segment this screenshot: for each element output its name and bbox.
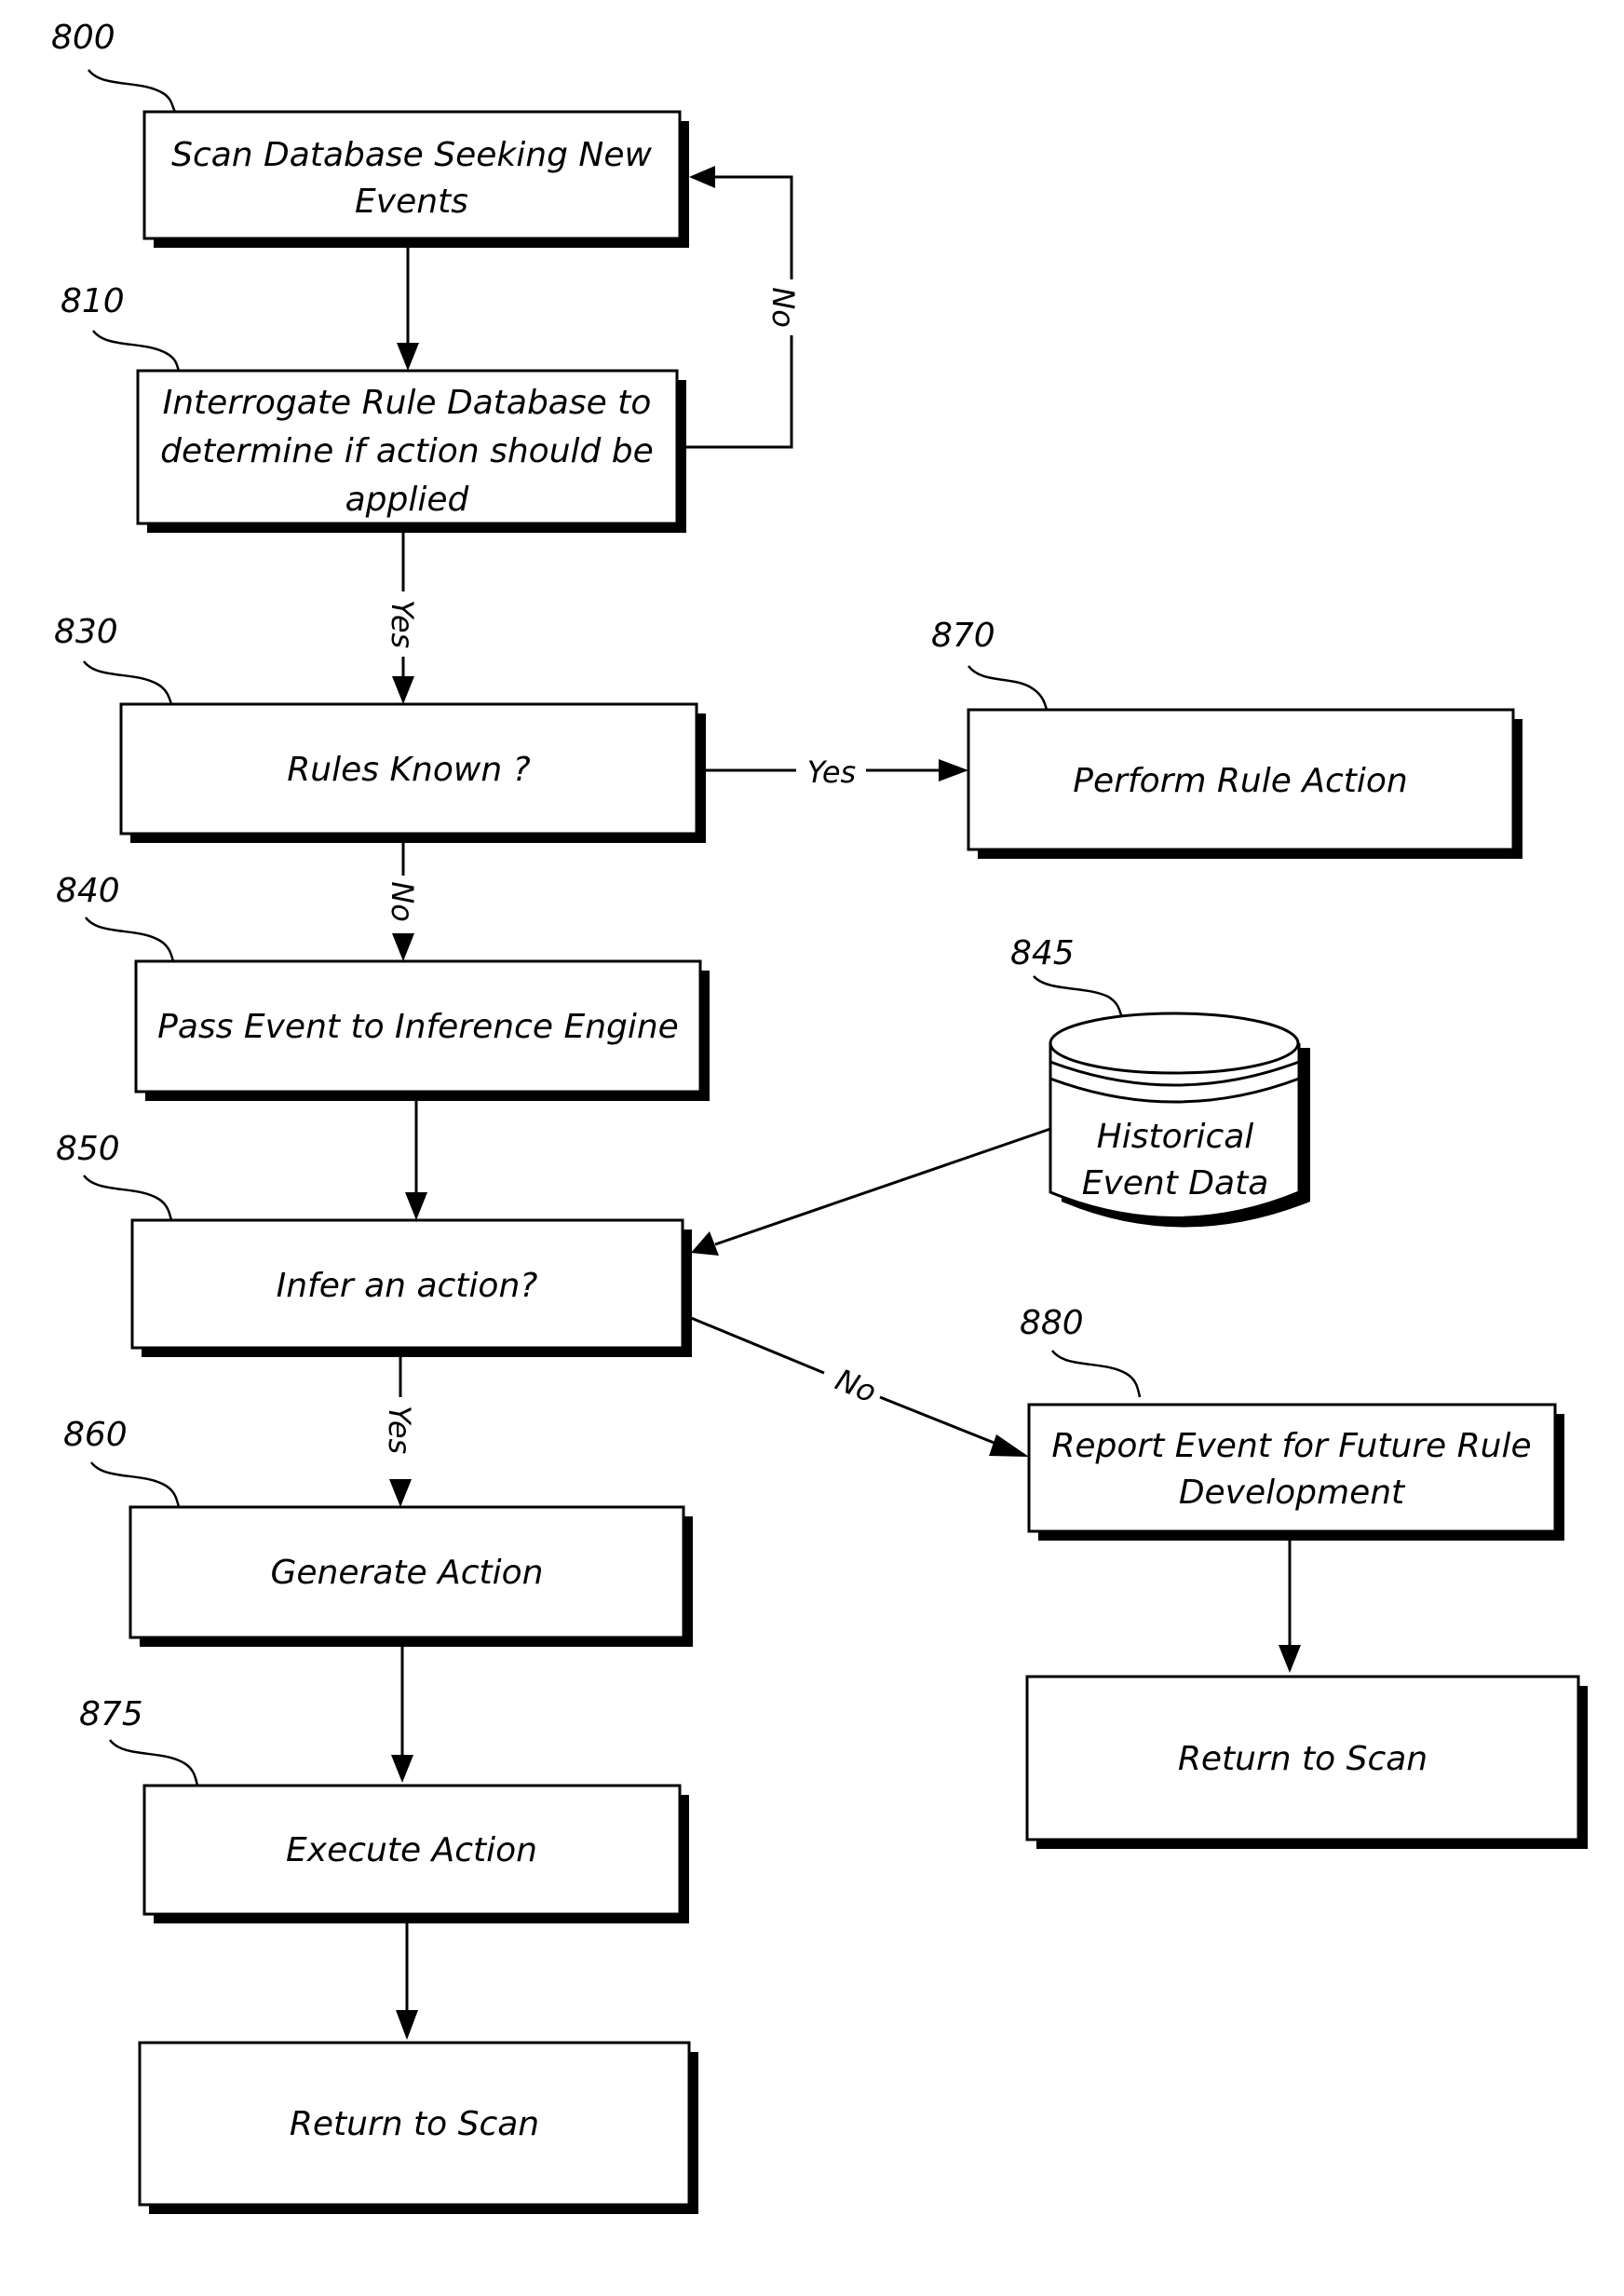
callout-850 — [83, 1175, 173, 1221]
ref-label-870: 870 — [931, 617, 995, 655]
box-850-line-1: Infer an action? — [277, 1267, 538, 1305]
arrowhead — [691, 1231, 719, 1256]
box-return-left-line-1: Return to Scan — [290, 2105, 539, 2143]
arrowhead — [392, 933, 414, 961]
ref-label-810: 810 — [61, 282, 125, 320]
edge-830-to-870-yes: Yes — [706, 754, 968, 790]
callout-840 — [85, 917, 175, 962]
edge-label-yes: Yes — [382, 1406, 417, 1454]
arrowhead — [405, 1192, 427, 1220]
edge-830-to-840-no: No — [385, 843, 420, 961]
node-845-historical-event-data: 845 Historical Event Data — [1010, 934, 1310, 1228]
cylinder-line-1: Historical — [1097, 1118, 1254, 1156]
box-810-line-1: Interrogate Rule Database to — [163, 384, 652, 422]
arrowhead — [389, 1479, 412, 1507]
arrowhead — [989, 1434, 1029, 1457]
callout-870 — [968, 665, 1049, 711]
ref-label-800: 800 — [51, 19, 115, 57]
edge-840-to-850 — [405, 1101, 427, 1220]
edge-875-to-return-left — [396, 1923, 418, 2040]
box-870-line-1: Perform Rule Action — [1073, 762, 1407, 800]
edge-line — [686, 335, 793, 449]
box-880-line-2: Development — [1179, 1474, 1406, 1512]
arrowhead — [1279, 1645, 1301, 1673]
edge-810-to-830-yes: Yes — [385, 533, 420, 704]
box-800-line-1: Scan Database Seeking New — [171, 136, 652, 174]
node-880-report-event: 880 Report Event for Future Rule Develop… — [1020, 1304, 1564, 1541]
callout-875 — [109, 1739, 199, 1787]
node-850-infer-action: 850 Infer an action? — [56, 1130, 692, 1357]
ref-label-830: 830 — [54, 613, 118, 651]
flowchart-canvas: 800 Scan Database Seeking New Events 810… — [51, 19, 1588, 2214]
edge-label-yes: Yes — [385, 600, 420, 648]
box-return-right-line-1: Return to Scan — [1178, 1740, 1428, 1778]
edge-810-to-800-no: No — [686, 166, 801, 449]
node-870-perform-rule-action: 870 Perform Rule Action — [931, 617, 1522, 859]
edge-label-no: No — [765, 287, 801, 328]
callout-830 — [83, 660, 173, 705]
node-875-execute-action: 875 Execute Action — [79, 1695, 689, 1923]
box-800-line-2: Events — [355, 183, 468, 221]
ref-label-880: 880 — [1020, 1304, 1084, 1342]
edge-850-to-880-no: No — [683, 1313, 1029, 1457]
node-return-to-scan-left: Return to Scan — [138, 2041, 698, 2214]
node-return-to-scan-right: Return to Scan — [1025, 1675, 1588, 1849]
edge-800-to-810 — [397, 248, 419, 371]
callout-860 — [90, 1461, 181, 1508]
ref-label-845: 845 — [1010, 934, 1075, 972]
cylinder-top — [1049, 1012, 1300, 1075]
edge-860-to-875 — [391, 1647, 413, 1783]
node-800-scan-database: 800 Scan Database Seeking New Events — [51, 19, 689, 248]
callout-880 — [1051, 1350, 1142, 1398]
edge-850-to-860-yes: Yes — [382, 1357, 417, 1507]
edge-label-yes: Yes — [807, 754, 856, 790]
box-880 — [1027, 1403, 1557, 1533]
edge-line — [712, 175, 793, 279]
edge-label-no: No — [831, 1362, 882, 1410]
arrowhead — [392, 676, 414, 704]
callout-810 — [92, 330, 181, 372]
edge-line — [879, 1395, 1002, 1447]
callout-845 — [1033, 975, 1123, 1016]
cylinder-line-2: Event Data — [1082, 1164, 1269, 1202]
edge-845-to-850 — [691, 1127, 1051, 1256]
ref-label-860: 860 — [63, 1416, 128, 1454]
edge-line — [714, 1127, 1051, 1246]
edge-880-to-return-right — [1279, 1541, 1301, 1673]
arrowhead — [397, 343, 419, 371]
arrowhead — [391, 1755, 413, 1783]
ref-label-850: 850 — [56, 1130, 120, 1168]
edge-label-no: No — [385, 881, 420, 922]
arrowhead — [939, 759, 968, 781]
arrowhead — [689, 166, 715, 188]
node-810-interrogate-rules: 810 Interrogate Rule Database to determi… — [61, 282, 686, 533]
node-830-rules-known: 830 Rules Known ? — [54, 613, 706, 843]
box-830-line-1: Rules Known ? — [287, 751, 530, 789]
box-840-line-1: Pass Event to Inference Engine — [157, 1008, 679, 1046]
ref-label-840: 840 — [56, 872, 120, 910]
box-810-line-2: determine if action should be — [160, 432, 654, 470]
box-810-line-3: applied — [345, 481, 470, 519]
box-875-line-1: Execute Action — [286, 1831, 537, 1869]
box-860-line-1: Generate Action — [271, 1554, 544, 1592]
node-840-pass-event: 840 Pass Event to Inference Engine — [56, 872, 710, 1101]
node-860-generate-action: 860 Generate Action — [63, 1416, 693, 1647]
callout-800 — [88, 69, 177, 113]
ref-label-875: 875 — [79, 1695, 143, 1733]
edge-line — [683, 1313, 825, 1375]
arrowhead — [396, 2010, 418, 2040]
box-880-line-1: Report Event for Future Rule — [1051, 1427, 1531, 1465]
